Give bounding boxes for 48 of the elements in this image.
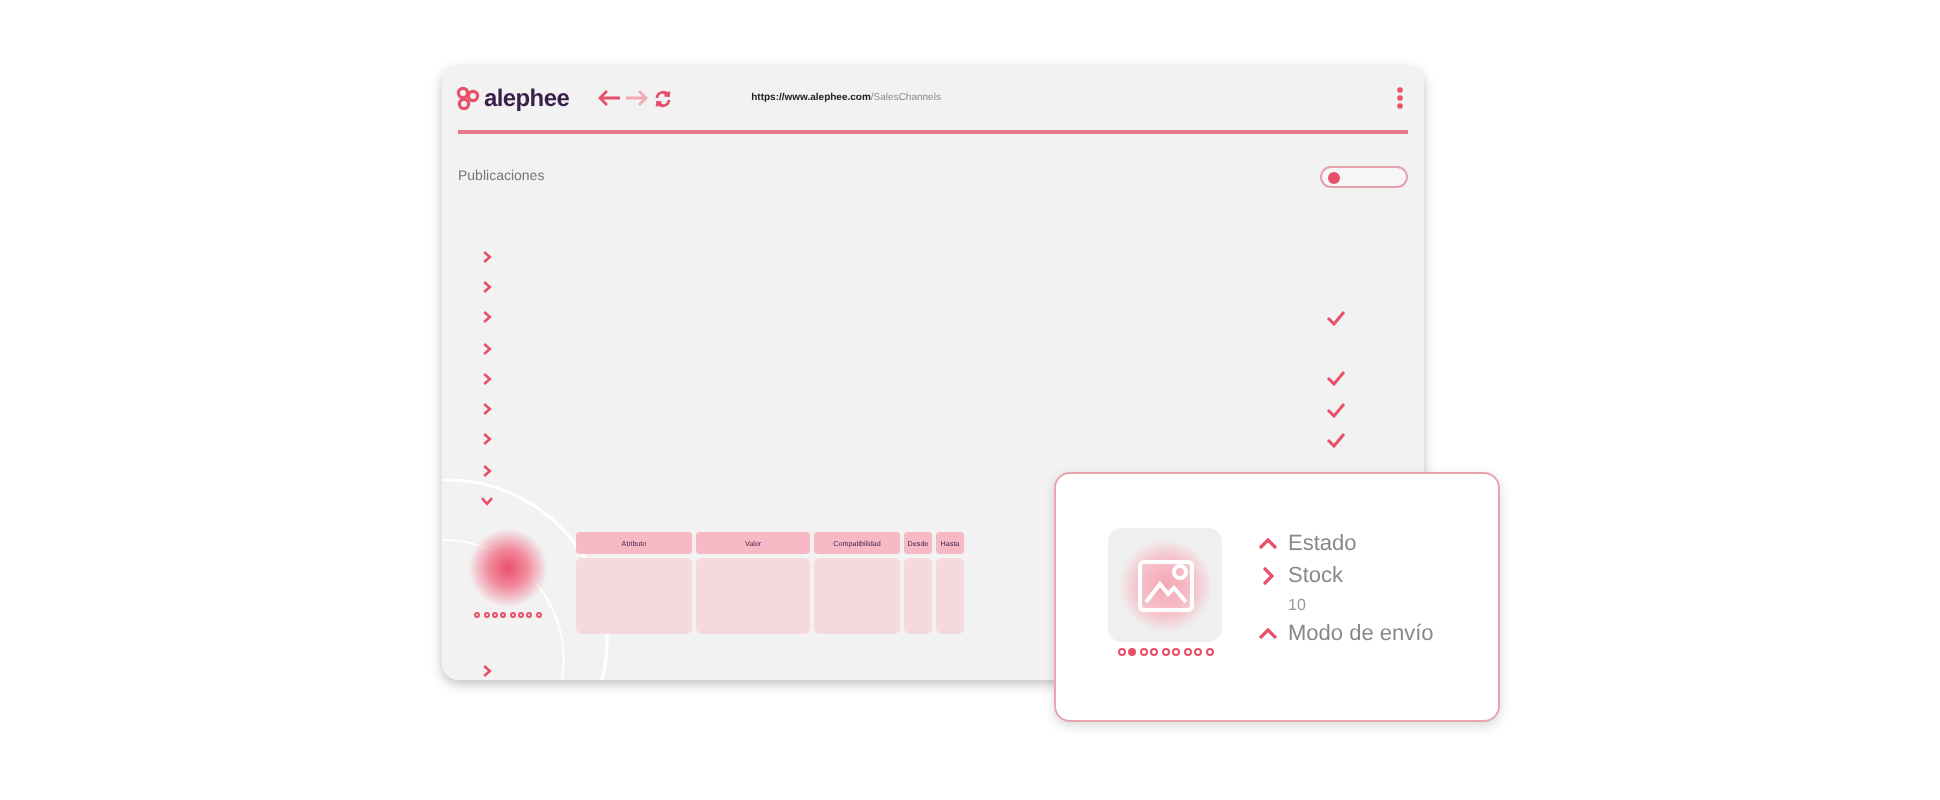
field-label: Modo de envío bbox=[1288, 622, 1434, 646]
back-arrow-icon[interactable] bbox=[597, 90, 620, 106]
chevron-right-icon[interactable] bbox=[480, 463, 494, 478]
table-cell bbox=[814, 558, 900, 635]
chevron-right-icon[interactable] bbox=[480, 371, 494, 386]
chevron-right-icon[interactable] bbox=[480, 341, 494, 356]
carousel-dot[interactable] bbox=[1139, 648, 1147, 656]
table-cell bbox=[696, 558, 810, 635]
field-label: Estado bbox=[1288, 532, 1357, 556]
chevron-right-icon[interactable] bbox=[480, 279, 494, 294]
carousel-dot[interactable] bbox=[1128, 648, 1136, 656]
field-label: Stock bbox=[1288, 564, 1344, 588]
field-value: 10 bbox=[1286, 594, 1308, 618]
carousel-dot[interactable] bbox=[535, 612, 542, 619]
chevron-right-icon[interactable] bbox=[480, 402, 494, 417]
carousel-dot[interactable] bbox=[492, 612, 499, 619]
logo-icon bbox=[456, 86, 480, 110]
table-cell bbox=[936, 558, 964, 635]
chevron-right-icon[interactable] bbox=[1258, 566, 1278, 586]
table-cell bbox=[904, 558, 932, 635]
forward-arrow-icon[interactable] bbox=[625, 90, 648, 106]
carousel-dot[interactable] bbox=[1183, 648, 1191, 656]
image-icon bbox=[1137, 559, 1193, 611]
carousel-dot[interactable] bbox=[474, 612, 481, 619]
carousel-dot[interactable] bbox=[500, 612, 507, 619]
image-placeholder bbox=[468, 528, 548, 609]
carousel-dot[interactable] bbox=[509, 612, 516, 619]
carousel-dot[interactable] bbox=[1172, 648, 1180, 656]
logo-text: alephee bbox=[484, 84, 570, 112]
carousel-dot[interactable] bbox=[1150, 648, 1158, 656]
carousel-dot[interactable] bbox=[1161, 648, 1169, 656]
carousel-dot[interactable] bbox=[483, 612, 490, 619]
chevron-up-icon[interactable] bbox=[1258, 534, 1278, 554]
toggle-switch[interactable] bbox=[1320, 166, 1408, 188]
table-cell bbox=[576, 558, 692, 635]
chevron-right-icon[interactable] bbox=[480, 249, 494, 264]
kebab-menu-icon[interactable] bbox=[1396, 86, 1404, 110]
chevron-right-icon[interactable] bbox=[480, 664, 494, 679]
chevron-right-icon[interactable] bbox=[480, 432, 494, 447]
carousel-dot[interactable] bbox=[1117, 648, 1125, 656]
carousel-dot[interactable] bbox=[517, 612, 524, 619]
carousel-dot[interactable] bbox=[1205, 648, 1213, 656]
chevron-up-icon[interactable] bbox=[1258, 624, 1278, 644]
chevron-down-icon[interactable] bbox=[480, 494, 494, 509]
carousel-dot[interactable] bbox=[526, 612, 533, 619]
carousel-dot[interactable] bbox=[1194, 648, 1202, 656]
refresh-icon[interactable] bbox=[653, 89, 672, 107]
chevron-right-icon[interactable] bbox=[480, 310, 494, 325]
